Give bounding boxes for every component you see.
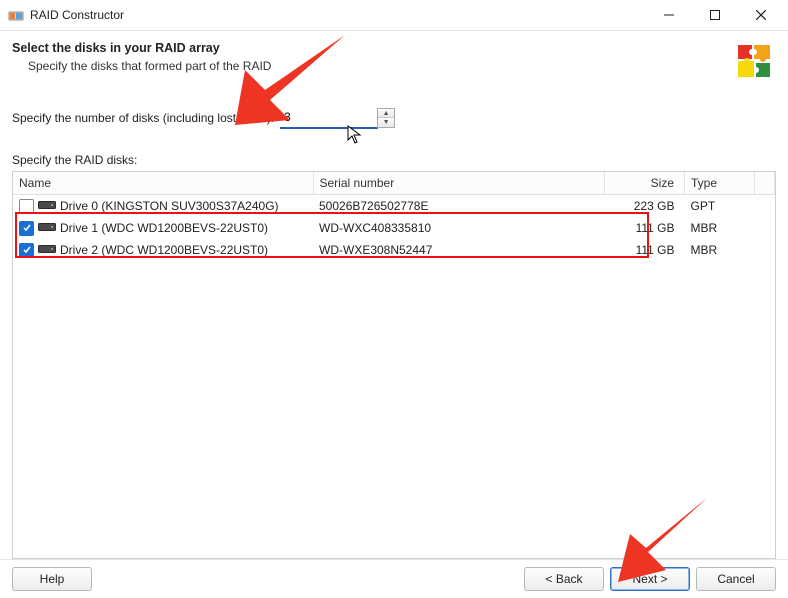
cancel-button[interactable]: Cancel — [696, 567, 776, 591]
wizard-footer: Help < Back Next > Cancel — [0, 559, 788, 598]
drive-serial: 50026B726502778E — [313, 195, 605, 218]
drive-name: Drive 1 (WDC WD1200BEVS-22UST0) — [60, 221, 268, 235]
drive-name: Drive 0 (KINGSTON SUV300S37A240G) — [60, 199, 279, 213]
table-row[interactable]: Drive 2 (WDC WD1200BEVS-22UST0) WD-WXE308… — [13, 239, 775, 261]
drive-type: MBR — [685, 217, 755, 239]
wizard-header: Select the disks in your RAID array Spec… — [12, 41, 776, 73]
window-root: RAID Constructor Select the disks in you… — [0, 0, 788, 598]
drive-size: 111 GB — [605, 239, 685, 261]
drive-serial: WD-WXC408335810 — [313, 217, 605, 239]
drive-icon — [38, 243, 56, 257]
num-disks-row: Specify the number of disks (including l… — [12, 107, 776, 129]
maximize-button[interactable] — [692, 0, 738, 30]
titlebar: RAID Constructor — [0, 0, 788, 31]
col-type[interactable]: Type — [685, 172, 755, 195]
spinner-down-button[interactable]: ▼ — [378, 118, 394, 127]
app-icon — [8, 7, 24, 23]
row-checkbox[interactable] — [19, 243, 34, 258]
drive-icon — [38, 199, 56, 213]
row-checkbox[interactable] — [19, 199, 34, 214]
client-area: Select the disks in your RAID array Spec… — [0, 31, 788, 559]
col-name[interactable]: Name — [13, 172, 313, 195]
help-button[interactable]: Help — [12, 567, 92, 591]
col-size[interactable]: Size — [605, 172, 685, 195]
page-subtitle: Specify the disks that formed part of th… — [28, 59, 776, 73]
table-row[interactable]: Drive 1 (WDC WD1200BEVS-22UST0) WD-WXC408… — [13, 217, 775, 239]
drive-type: GPT — [685, 195, 755, 218]
close-button[interactable] — [738, 0, 784, 30]
minimize-button[interactable] — [646, 0, 692, 30]
drive-size: 223 GB — [605, 195, 685, 218]
disk-table: Name Serial number Size Type Drive 0 (KI… — [12, 171, 776, 559]
num-disks-label: Specify the number of disks (including l… — [12, 111, 274, 125]
raid-disks-label: Specify the RAID disks: — [12, 153, 776, 167]
col-serial[interactable]: Serial number — [313, 172, 605, 195]
drive-name: Drive 2 (WDC WD1200BEVS-22UST0) — [60, 243, 268, 257]
drive-size: 111 GB — [605, 217, 685, 239]
puzzle-icon — [734, 39, 776, 81]
next-button[interactable]: Next > — [610, 567, 690, 591]
row-checkbox[interactable] — [19, 221, 34, 236]
window-title: RAID Constructor — [30, 8, 646, 22]
drive-type: MBR — [685, 239, 755, 261]
page-title: Select the disks in your RAID array — [12, 41, 776, 55]
col-spacer — [755, 172, 775, 195]
table-row[interactable]: Drive 0 (KINGSTON SUV300S37A240G) 50026B7… — [13, 195, 775, 218]
drive-icon — [38, 221, 56, 235]
spinner-up-button[interactable]: ▲ — [378, 109, 394, 118]
num-disks-input[interactable] — [280, 107, 378, 129]
drive-serial: WD-WXE308N52447 — [313, 239, 605, 261]
table-header-row: Name Serial number Size Type — [13, 172, 775, 195]
back-button[interactable]: < Back — [524, 567, 604, 591]
num-disks-spinner: ▲ ▼ — [377, 108, 395, 128]
